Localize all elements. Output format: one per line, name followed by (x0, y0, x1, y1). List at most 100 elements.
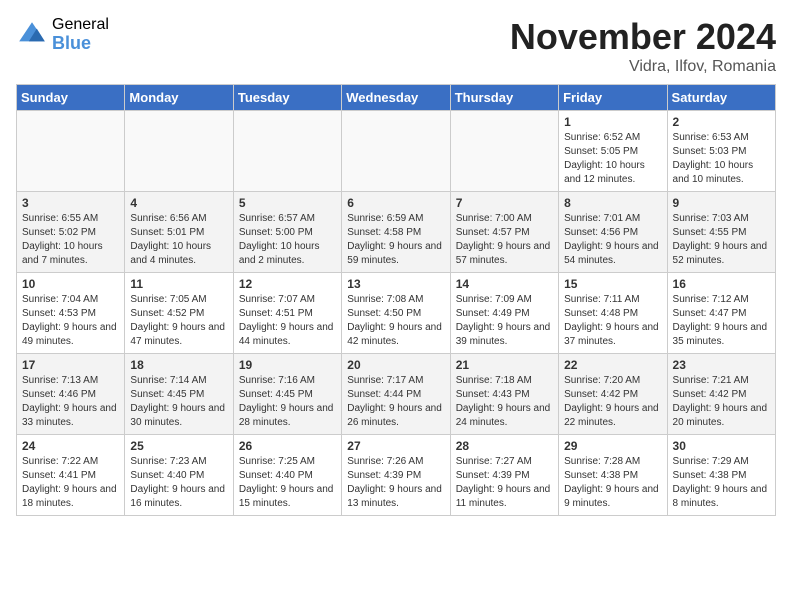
day-info: Sunrise: 7:09 AM Sunset: 4:49 PM Dayligh… (456, 293, 553, 349)
day-cell: 13 Sunrise: 7:08 AM Sunset: 4:50 PM Dayli… (342, 273, 450, 354)
day-info: Sunrise: 7:25 AM Sunset: 4:40 PM Dayligh… (239, 455, 336, 511)
day-cell: 21Sunrise: 7:18 AM Sunset: 4:43 PM Dayli… (450, 354, 558, 435)
day-cell: 3 Sunrise: 6:55 AM Sunset: 5:02 PM Daylig… (17, 192, 125, 273)
day-number: 23 (673, 358, 770, 372)
day-info: Sunrise: 6:56 AM Sunset: 5:01 PM Dayligh… (130, 212, 227, 268)
weekday-header-monday: Monday (125, 85, 233, 111)
day-info: Sunrise: 7:28 AM Sunset: 4:38 PM Dayligh… (564, 455, 661, 511)
day-number: 27 (347, 439, 444, 453)
day-info: Sunrise: 7:26 AM Sunset: 4:39 PM Dayligh… (347, 455, 444, 511)
calendar-body: 1 Sunrise: 6:52 AM Sunset: 5:05 PM Daylig… (17, 111, 776, 516)
day-cell: 12 Sunrise: 7:07 AM Sunset: 4:51 PM Dayli… (233, 273, 341, 354)
day-number: 16 (673, 277, 770, 291)
day-cell: 9 Sunrise: 7:03 AM Sunset: 4:55 PM Daylig… (667, 192, 775, 273)
day-number: 26 (239, 439, 336, 453)
day-info: Sunrise: 7:00 AM Sunset: 4:57 PM Dayligh… (456, 212, 553, 268)
day-info: Sunrise: 6:57 AM Sunset: 5:00 PM Dayligh… (239, 212, 336, 268)
day-cell: 5 Sunrise: 6:57 AM Sunset: 5:00 PM Daylig… (233, 192, 341, 273)
day-info: Sunrise: 7:16 AM Sunset: 4:45 PM Dayligh… (239, 374, 336, 430)
day-number: 19 (239, 358, 336, 372)
weekday-header-wednesday: Wednesday (342, 85, 450, 111)
week-row-2: 3 Sunrise: 6:55 AM Sunset: 5:02 PM Daylig… (17, 192, 776, 273)
day-cell: 18 Sunrise: 7:14 AM Sunset: 4:45 PM Dayli… (125, 354, 233, 435)
week-row-5: 24Sunrise: 7:22 AM Sunset: 4:41 PM Dayli… (17, 435, 776, 516)
day-info: Sunrise: 7:17 AM Sunset: 4:44 PM Dayligh… (347, 374, 444, 430)
day-info: Sunrise: 7:14 AM Sunset: 4:45 PM Dayligh… (130, 374, 227, 430)
day-number: 3 (22, 196, 119, 210)
weekday-header-saturday: Saturday (667, 85, 775, 111)
day-info: Sunrise: 6:53 AM Sunset: 5:03 PM Dayligh… (673, 131, 770, 187)
weekday-header-sunday: Sunday (17, 85, 125, 111)
day-info: Sunrise: 7:04 AM Sunset: 4:53 PM Dayligh… (22, 293, 119, 349)
day-number: 29 (564, 439, 661, 453)
day-cell: 2Sunrise: 6:53 AM Sunset: 5:03 PM Daylig… (667, 111, 775, 192)
day-info: Sunrise: 7:13 AM Sunset: 4:46 PM Dayligh… (22, 374, 119, 430)
week-row-3: 10Sunrise: 7:04 AM Sunset: 4:53 PM Dayli… (17, 273, 776, 354)
day-cell: 16 Sunrise: 7:12 AM Sunset: 4:47 PM Dayli… (667, 273, 775, 354)
day-cell: 14Sunrise: 7:09 AM Sunset: 4:49 PM Dayli… (450, 273, 558, 354)
day-info: Sunrise: 7:27 AM Sunset: 4:39 PM Dayligh… (456, 455, 553, 511)
day-number: 7 (456, 196, 553, 210)
day-number: 20 (347, 358, 444, 372)
day-cell: 29 Sunrise: 7:28 AM Sunset: 4:38 PM Dayli… (559, 435, 667, 516)
day-number: 1 (564, 115, 661, 129)
day-info: Sunrise: 6:52 AM Sunset: 5:05 PM Dayligh… (564, 131, 661, 187)
day-number: 12 (239, 277, 336, 291)
week-row-4: 17 Sunrise: 7:13 AM Sunset: 4:46 PM Dayli… (17, 354, 776, 435)
day-number: 22 (564, 358, 661, 372)
day-cell: 11 Sunrise: 7:05 AM Sunset: 4:52 PM Dayli… (125, 273, 233, 354)
day-cell: 25 Sunrise: 7:23 AM Sunset: 4:40 PM Dayli… (125, 435, 233, 516)
header-row: SundayMondayTuesdayWednesdayThursdayFrid… (17, 85, 776, 111)
day-number: 18 (130, 358, 227, 372)
day-cell: 1 Sunrise: 6:52 AM Sunset: 5:05 PM Daylig… (559, 111, 667, 192)
day-number: 5 (239, 196, 336, 210)
day-info: Sunrise: 7:23 AM Sunset: 4:40 PM Dayligh… (130, 455, 227, 511)
day-cell: 26 Sunrise: 7:25 AM Sunset: 4:40 PM Dayli… (233, 435, 341, 516)
logo: General Blue (16, 16, 109, 53)
day-cell (233, 111, 341, 192)
day-info: Sunrise: 7:08 AM Sunset: 4:50 PM Dayligh… (347, 293, 444, 349)
day-info: Sunrise: 7:05 AM Sunset: 4:52 PM Dayligh… (130, 293, 227, 349)
logo-general: General (52, 16, 109, 34)
weekday-header-tuesday: Tuesday (233, 85, 341, 111)
day-cell: 10Sunrise: 7:04 AM Sunset: 4:53 PM Dayli… (17, 273, 125, 354)
day-info: Sunrise: 7:20 AM Sunset: 4:42 PM Dayligh… (564, 374, 661, 430)
day-info: Sunrise: 7:29 AM Sunset: 4:38 PM Dayligh… (673, 455, 770, 511)
day-cell: 15Sunrise: 7:11 AM Sunset: 4:48 PM Dayli… (559, 273, 667, 354)
day-info: Sunrise: 7:21 AM Sunset: 4:42 PM Dayligh… (673, 374, 770, 430)
day-number: 25 (130, 439, 227, 453)
day-cell: 6 Sunrise: 6:59 AM Sunset: 4:58 PM Daylig… (342, 192, 450, 273)
calendar-header: SundayMondayTuesdayWednesdayThursdayFrid… (17, 85, 776, 111)
day-cell: 17 Sunrise: 7:13 AM Sunset: 4:46 PM Dayli… (17, 354, 125, 435)
day-number: 15 (564, 277, 661, 291)
day-info: Sunrise: 7:12 AM Sunset: 4:47 PM Dayligh… (673, 293, 770, 349)
day-cell: 4 Sunrise: 6:56 AM Sunset: 5:01 PM Daylig… (125, 192, 233, 273)
day-cell (342, 111, 450, 192)
day-cell: 7 Sunrise: 7:00 AM Sunset: 4:57 PM Daylig… (450, 192, 558, 273)
day-cell: 8Sunrise: 7:01 AM Sunset: 4:56 PM Daylig… (559, 192, 667, 273)
title-block: November 2024 Vidra, Ilfov, Romania (510, 16, 776, 76)
day-cell: 22 Sunrise: 7:20 AM Sunset: 4:42 PM Dayli… (559, 354, 667, 435)
logo-text: General Blue (52, 16, 109, 53)
day-number: 4 (130, 196, 227, 210)
day-cell: 24Sunrise: 7:22 AM Sunset: 4:41 PM Dayli… (17, 435, 125, 516)
day-number: 6 (347, 196, 444, 210)
day-info: Sunrise: 7:03 AM Sunset: 4:55 PM Dayligh… (673, 212, 770, 268)
day-number: 9 (673, 196, 770, 210)
calendar-table: SundayMondayTuesdayWednesdayThursdayFrid… (16, 84, 776, 516)
day-number: 13 (347, 277, 444, 291)
day-info: Sunrise: 7:22 AM Sunset: 4:41 PM Dayligh… (22, 455, 119, 511)
day-cell (450, 111, 558, 192)
logo-icon (16, 19, 48, 51)
day-cell: 20 Sunrise: 7:17 AM Sunset: 4:44 PM Dayli… (342, 354, 450, 435)
logo-blue: Blue (52, 34, 109, 54)
day-number: 28 (456, 439, 553, 453)
day-cell (17, 111, 125, 192)
day-number: 17 (22, 358, 119, 372)
day-number: 11 (130, 277, 227, 291)
day-info: Sunrise: 6:55 AM Sunset: 5:02 PM Dayligh… (22, 212, 119, 268)
day-info: Sunrise: 6:59 AM Sunset: 4:58 PM Dayligh… (347, 212, 444, 268)
location: Vidra, Ilfov, Romania (510, 58, 776, 76)
day-info: Sunrise: 7:07 AM Sunset: 4:51 PM Dayligh… (239, 293, 336, 349)
page-header: General Blue November 2024 Vidra, Ilfov,… (16, 16, 776, 76)
